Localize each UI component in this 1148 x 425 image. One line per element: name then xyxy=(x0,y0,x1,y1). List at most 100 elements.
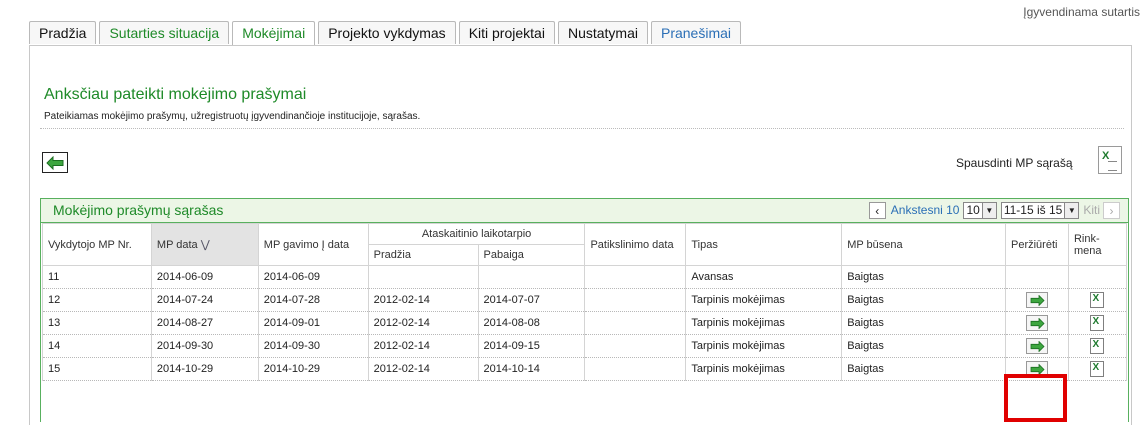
excel-icon[interactable]: X xyxy=(1090,361,1105,377)
right-arrow-icon xyxy=(1030,318,1045,329)
view-button[interactable] xyxy=(1025,292,1048,308)
next-page-button[interactable]: › xyxy=(1103,201,1120,219)
list-header: Mokėjimo prašymų sąrašas ‹ Ankstesni 10 … xyxy=(41,199,1128,223)
cell-type: Tarpinis mokėjimas xyxy=(685,357,843,381)
excel-letter: X xyxy=(1092,339,1100,350)
cell-type: Tarpinis mokėjimas xyxy=(685,311,843,335)
cell-received: 2014-09-01 xyxy=(257,311,369,335)
cell-view xyxy=(1004,311,1069,335)
cell-export xyxy=(1067,265,1128,289)
cell-mp_date: 2014-06-09 xyxy=(150,265,259,289)
table-row: 15 2014-10-29 2014-10-29 2012-02-14 2014-10-… xyxy=(42,357,1128,381)
top-bar: Įgyvendinama sutartis Pradžia Sutarties … xyxy=(0,0,1148,46)
tab-kiti-projektai[interactable]: Kiti projektai xyxy=(458,21,555,44)
page-size-select[interactable]: 10 ▼ xyxy=(963,201,997,219)
cell-start: 2012-02-14 xyxy=(367,357,479,381)
cell-end: 2014-07-07 xyxy=(477,288,586,312)
cell-end: 2014-10-14 xyxy=(477,357,586,381)
cell-clarify xyxy=(584,311,687,335)
view-button[interactable] xyxy=(1025,315,1048,331)
table-row: 11 2014-06-09 2014-06-09 Avansas Baigtas xyxy=(42,265,1128,289)
col-header-mp-date[interactable]: MP data ⋁ xyxy=(150,223,259,266)
prev-page-link[interactable]: Ankstesni 10 xyxy=(891,203,960,217)
print-list-label[interactable]: Spausdinti MP sąrašą xyxy=(956,156,1073,170)
table-row: 14 2014-09-30 2014-09-30 2012-02-14 2014-09-… xyxy=(42,334,1128,358)
chevron-down-icon: ▼ xyxy=(981,202,996,218)
excel-icon[interactable]: X xyxy=(1090,315,1105,331)
contract-status: Įgyvendinama sutartis xyxy=(1023,5,1140,19)
next-page-link[interactable]: Kiti xyxy=(1083,203,1100,217)
cell-nr: 13 xyxy=(42,311,152,335)
cell-status: Baigtas xyxy=(841,357,1006,381)
cell-received: 2014-09-30 xyxy=(257,334,369,358)
col-header-period: Ataskaitinio laikotarpio xyxy=(367,223,586,245)
cell-end: 2014-08-08 xyxy=(477,311,586,335)
cell-view xyxy=(1004,334,1069,358)
cell-received: 2014-10-29 xyxy=(257,357,369,381)
cell-clarify xyxy=(584,357,687,381)
table-row: 13 2014-08-27 2014-09-01 2012-02-14 2014-08-… xyxy=(42,311,1128,335)
tab-mokejimai[interactable]: Mokėjimai xyxy=(232,21,316,46)
sort-desc-icon: ⋁ xyxy=(200,239,210,251)
cell-export: X xyxy=(1067,288,1128,312)
cell-start: 2012-02-14 xyxy=(367,288,479,312)
col-header-status: MP būsena xyxy=(841,223,1006,266)
cell-type: Tarpinis mokėjimas xyxy=(685,288,843,312)
cell-end xyxy=(477,265,586,289)
cell-start: 2012-02-14 xyxy=(367,311,479,335)
tab-pradzia[interactable]: Pradžia xyxy=(29,21,97,44)
cell-start xyxy=(367,265,479,289)
col-header-type: Tipas xyxy=(685,223,843,266)
cell-mp_date: 2014-08-27 xyxy=(150,311,259,335)
page-title: Anksčiau pateikti mokėjimo prašymai xyxy=(44,86,307,103)
view-button[interactable] xyxy=(1025,338,1048,354)
list-title: Mokėjimo prašymų sąrašas xyxy=(53,202,224,218)
cell-clarify xyxy=(584,265,687,289)
cell-export: X xyxy=(1067,334,1128,358)
cell-received: 2014-06-09 xyxy=(257,265,369,289)
cell-type: Avansas xyxy=(685,265,843,289)
table-row: 12 2014-07-24 2014-07-28 2012-02-14 2014-07-… xyxy=(42,288,1128,312)
prev-page-button[interactable]: ‹ xyxy=(868,201,886,219)
right-arrow-icon xyxy=(1030,295,1045,306)
page-size-value: 10 xyxy=(966,202,980,217)
cell-export: X xyxy=(1067,357,1128,381)
cell-clarify xyxy=(584,334,687,358)
print-excel-button[interactable]: X xyxy=(1098,146,1122,174)
view-button[interactable] xyxy=(1025,361,1048,377)
cell-nr: 12 xyxy=(42,288,152,312)
divider xyxy=(40,128,1124,129)
cell-start: 2012-02-14 xyxy=(367,334,479,358)
page-range-select[interactable]: 11-15 iš 15 ▼ xyxy=(1000,201,1080,219)
excel-icon[interactable]: X xyxy=(1090,338,1105,354)
cell-view xyxy=(1004,288,1069,312)
cell-status: Baigtas xyxy=(841,334,1006,358)
payment-requests-table: Vykdytojo MP Nr. MP data ⋁ MP gavimo Į d… xyxy=(42,223,1128,381)
col-header-received: MP gavimo Į data xyxy=(257,223,369,266)
cell-end: 2014-09-15 xyxy=(477,334,586,358)
chevron-down-icon: ▼ xyxy=(1064,202,1079,218)
col-header-export-line2: mena xyxy=(1073,244,1102,257)
tab-projekto-vykdymas[interactable]: Projekto vykdymas xyxy=(318,21,456,44)
col-header-mp-date-label: MP data xyxy=(156,239,198,251)
tab-nustatymai[interactable]: Nustatymai xyxy=(557,21,648,44)
cell-status: Baigtas xyxy=(841,311,1006,335)
right-arrow-icon xyxy=(1030,341,1045,352)
pager: ‹ Ankstesni 10 10 ▼ 11-15 iš 15 ▼ Kiti › xyxy=(868,201,1120,219)
page-subtitle: Pateikiamas mokėjimo prašymų, užregistru… xyxy=(44,111,421,122)
page-range-value: 11-15 iš 15 xyxy=(1003,202,1063,217)
cell-status: Baigtas xyxy=(841,288,1006,312)
excel-icon[interactable]: X xyxy=(1090,292,1105,308)
cell-mp_date: 2014-09-30 xyxy=(150,334,259,358)
cell-type: Tarpinis mokėjimas xyxy=(685,334,843,358)
tab-sutarties-situacija[interactable]: Sutarties situacija xyxy=(99,21,230,44)
cell-mp_date: 2014-07-24 xyxy=(150,288,259,312)
col-header-nr: Vykdytojo MP Nr. xyxy=(42,223,152,266)
payment-requests-list: Mokėjimo prašymų sąrašas ‹ Ankstesni 10 … xyxy=(40,198,1129,422)
excel-letter: X xyxy=(1092,362,1100,373)
cell-nr: 15 xyxy=(42,357,152,381)
back-button[interactable] xyxy=(42,152,68,173)
tab-pranesimai[interactable]: Pranešimai xyxy=(650,21,742,44)
cell-view xyxy=(1004,357,1069,381)
col-header-view: Peržiūrėti xyxy=(1004,223,1069,266)
